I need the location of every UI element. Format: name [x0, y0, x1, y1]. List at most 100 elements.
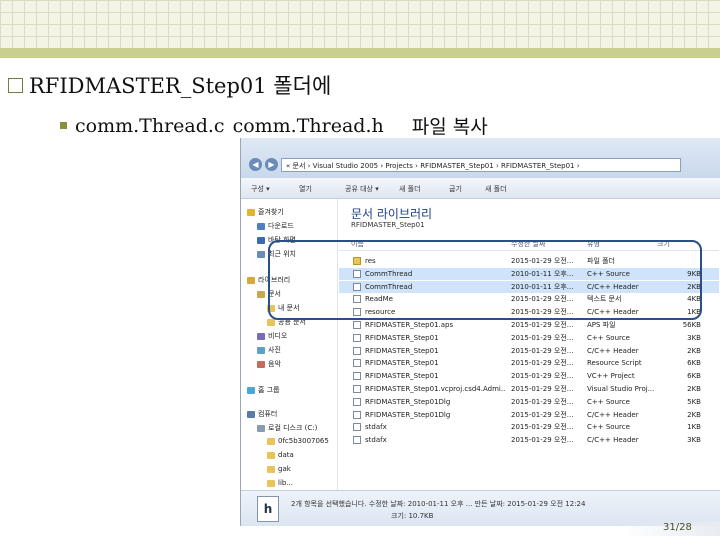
nav-item-label: 홈 그룹	[258, 386, 280, 394]
nav-item[interactable]: lib...	[267, 479, 293, 487]
nav-item[interactable]: 0fc5b3007065	[267, 437, 329, 445]
nav-item[interactable]: data	[267, 451, 294, 459]
file-icon	[353, 333, 361, 342]
nav-item[interactable]: gak	[267, 465, 291, 473]
file-type: C++ Source	[587, 423, 630, 432]
document-icon	[257, 290, 265, 298]
file-name: RFIDMASTER_Step01.aps	[365, 321, 454, 329]
nav-item[interactable]: 홈 그룹	[247, 385, 280, 395]
file-name: RFIDMASTER_Step01	[365, 346, 439, 355]
picture-icon	[257, 346, 265, 354]
folder-icon	[267, 465, 275, 473]
nav-item-label: 다운로드	[268, 222, 294, 230]
file-type: C/C++ Header	[587, 346, 639, 355]
desktop-icon	[257, 236, 265, 244]
toolbar-button[interactable]: 열기	[299, 184, 312, 194]
file-icon	[353, 321, 361, 329]
nav-item[interactable]: 비디오	[257, 331, 287, 341]
library-subtitle: RFIDMASTER_Step01	[351, 221, 425, 229]
file-row[interactable]: RFIDMASTER_Step01.aps 2015-01-29 오전... APS…	[339, 319, 719, 331]
file-icon	[353, 423, 361, 432]
header-file-icon: h	[257, 496, 279, 522]
nav-item[interactable]: 다운로드	[257, 221, 294, 231]
file-row[interactable]: RFIDMASTER_Step01 2015-01-29 오전... VC++ Pr…	[339, 370, 719, 382]
file-type: VC++ Project	[587, 372, 635, 381]
toolbar-button[interactable]: 새 폴더	[399, 184, 421, 194]
slide-grid-header	[0, 0, 720, 48]
nav-item[interactable]: 로컬 디스크 (C:)	[257, 423, 317, 433]
file-row[interactable]: RFIDMASTER_Step01 2015-01-29 오전... C/C++ H…	[339, 345, 719, 357]
explorer-window: ◀ ▶ « 문서 › Visual Studio 2005 › Projects…	[240, 138, 720, 526]
toolbar-button[interactable]: 구성 ▾	[251, 184, 270, 194]
file-size: 6KB	[687, 359, 701, 368]
slide-heading-text: RFIDMASTER_Step01 폴더에	[29, 74, 332, 98]
nav-item-label: 음악	[268, 360, 281, 368]
folder-icon	[267, 479, 275, 487]
file-name: RFIDMASTER_Step01.vcproj.csd4.Admi...	[365, 385, 505, 393]
star-icon	[247, 208, 255, 216]
file-row[interactable]: stdafx 2015-01-29 오전... C++ Source 1KB	[339, 421, 719, 433]
forward-arrow-icon[interactable]: ▶	[265, 158, 278, 171]
file-size: 3KB	[687, 436, 701, 445]
video-icon	[257, 332, 265, 340]
file-icon	[353, 346, 361, 355]
file-size: 2KB	[687, 385, 701, 393]
address-bar[interactable]: « 문서 › Visual Studio 2005 › Projects › R…	[281, 158, 681, 172]
file-size: 5KB	[687, 397, 701, 406]
file-type: Visual Studio Proj...	[587, 385, 655, 393]
file-row[interactable]: RFIDMASTER_Step01.vcproj.csd4.Admi... 201…	[339, 383, 719, 395]
selection-highlight-box	[268, 240, 702, 320]
folder-icon	[267, 437, 275, 445]
file-row[interactable]: stdafx 2015-01-29 오전... C/C++ Header 3KB	[339, 434, 719, 446]
toolbar-button[interactable]: 새 폴더	[485, 184, 507, 194]
file-name: RFIDMASTER_Step01	[365, 372, 439, 381]
file-row[interactable]: RFIDMASTER_Step01Dlg 2015-01-29 오전... C++ …	[339, 396, 719, 408]
nav-item[interactable]: 음악	[257, 359, 281, 369]
file-date: 2015-01-29 오전...	[511, 346, 574, 355]
back-arrow-icon[interactable]: ◀	[249, 158, 262, 171]
slide-subpoint: comm.Thread.c comm.Thread.h 파일 복사	[60, 112, 488, 139]
drive-icon	[257, 424, 265, 432]
file-date: 2015-01-29 오전...	[511, 397, 574, 406]
file-row[interactable]: RFIDMASTER_Step01Dlg 2015-01-29 오전... C/C+…	[339, 409, 719, 421]
file-icon	[353, 359, 361, 368]
slide-heading: RFIDMASTER_Step01 폴더에	[8, 70, 331, 100]
file-name: stdafx	[365, 423, 387, 432]
nav-item-label: 즐겨찾기	[258, 208, 284, 216]
file-size: 3KB	[687, 333, 701, 342]
file-date: 2015-01-29 오전...	[511, 359, 574, 368]
toolbar-button[interactable]: 공유 대상 ▾	[345, 184, 379, 194]
computer-icon	[247, 410, 255, 418]
file-row[interactable]: RFIDMASTER_Step01 2015-01-29 오전... Resourc…	[339, 357, 719, 369]
file-type: C++ Source	[587, 397, 630, 406]
recent-icon	[257, 250, 265, 258]
file-row[interactable]: RFIDMASTER_Step01 2015-01-29 오전... C++ Sou…	[339, 332, 719, 344]
file-type: C/C++ Header	[587, 410, 639, 419]
file-size: 2KB	[687, 346, 701, 355]
file-date: 2015-01-29 오전...	[511, 321, 574, 329]
file-type: Resource Script	[587, 359, 642, 368]
nav-item[interactable]: 즐겨찾기	[247, 207, 284, 217]
nav-item[interactable]: 컴퓨터	[247, 409, 277, 419]
file-name: stdafx	[365, 436, 387, 445]
nav-item-label: lib...	[278, 479, 294, 487]
download-icon	[257, 222, 265, 230]
nav-item[interactable]: 사진	[257, 345, 281, 355]
file-date: 2015-01-29 오전...	[511, 333, 574, 342]
square-bullet-icon	[60, 122, 67, 129]
details-selection-info: 2개 항목을 선택했습니다. 수정한 날짜: 2010-01-11 오후 ...…	[291, 500, 586, 508]
file-type: APS 파일	[587, 321, 616, 329]
details-size-info: 크기: 10.7KB	[391, 512, 434, 520]
nav-item-label: data	[278, 451, 294, 459]
music-icon	[257, 360, 265, 368]
subpoint-file-h: comm.Thread.h	[232, 114, 384, 137]
file-icon	[353, 436, 361, 445]
toolbar-button[interactable]: 굽기	[449, 184, 462, 194]
file-size: 56KB	[682, 321, 701, 329]
nav-item-label: gak	[278, 465, 291, 473]
file-name: RFIDMASTER_Step01Dlg	[365, 397, 451, 406]
address-bar-row: ◀ ▶ « 문서 › Visual Studio 2005 › Projects…	[241, 138, 720, 178]
nav-item-label: 사진	[268, 346, 281, 354]
folder-icon	[267, 318, 275, 326]
box-bullet-icon	[8, 77, 23, 93]
